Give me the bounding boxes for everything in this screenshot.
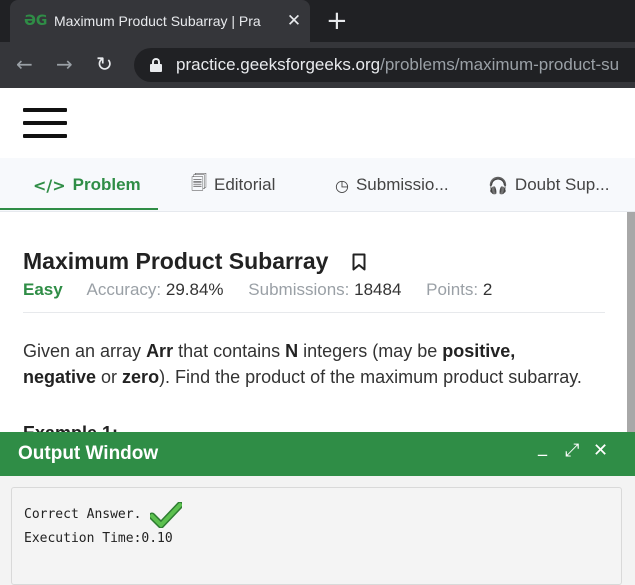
checkmark-icon [150, 502, 182, 528]
submissions-value: 18484 [354, 280, 402, 299]
headphones-icon: 🎧 [488, 175, 508, 195]
desc-text: Given an array [23, 341, 147, 361]
difficulty-badge: Easy [23, 280, 63, 299]
url-path: /problems/maximum-product-su [380, 55, 620, 74]
url-text: practice.geeksforgeeks.org/problems/maxi… [176, 55, 619, 75]
document-icon: 🗐 [191, 172, 207, 192]
output-window-title: Output Window [18, 443, 159, 464]
divider [23, 312, 605, 313]
bookmark-icon[interactable] [352, 253, 366, 271]
minimize-icon[interactable]: _ [538, 436, 547, 457]
close-icon[interactable]: ✕ [593, 440, 608, 461]
close-icon[interactable]: ✕ [284, 11, 304, 31]
tab-submissions[interactable]: ◷ Submissio... [335, 158, 449, 212]
accuracy-value: 29.84% [165, 280, 224, 299]
tab-problem[interactable]: </> Problem [33, 158, 141, 212]
desc-keyword: negative [23, 367, 97, 387]
desc-keyword: positive [442, 341, 511, 361]
tab-title: Maximum Product Subarray | Pra [54, 13, 261, 29]
gfg-logo-icon: ƏG [24, 13, 48, 29]
browser-tab[interactable]: ƏG Maximum Product Subarray | Pra ✕ [10, 0, 310, 42]
tab-label: Submissio... [355, 175, 449, 194]
points-label: Points: [426, 280, 479, 299]
problem-description: Given an array Arr that contains N integ… [23, 338, 593, 390]
desc-text: , [510, 341, 516, 361]
points-value: 2 [482, 280, 493, 299]
page-title: Maximum Product Subarray [23, 248, 329, 274]
forward-icon[interactable]: → [56, 52, 73, 76]
scrollbar[interactable] [627, 212, 635, 432]
tab-label: Doubt Sup... [514, 175, 610, 194]
reload-icon[interactable]: ↻ [96, 52, 113, 76]
expand-icon[interactable]: ⤢ [565, 440, 579, 461]
desc-text: or [96, 367, 123, 387]
desc-text: integers (may be [298, 341, 443, 361]
plus-icon[interactable]: + [326, 6, 348, 36]
tab-editorial[interactable]: 🗐 Editorial [191, 158, 275, 212]
tab-label: Problem [72, 175, 141, 194]
desc-text: ). Find the product of the maximum produ… [159, 367, 582, 387]
browser-toolbar: ← → ↻ practice.geeksforgeeks.org/problem… [0, 42, 635, 88]
result-text: Correct Answer. [24, 507, 142, 522]
clock-icon: ◷ [335, 175, 349, 195]
desc-text: that contains [173, 341, 286, 361]
site-header [0, 88, 635, 158]
url-domain: practice.geeksforgeeks.org [176, 55, 381, 74]
accuracy-label: Accuracy: [86, 280, 162, 299]
tab-label: Editorial [213, 175, 276, 194]
problem-panel: Maximum Product Subarray Easy Accuracy: … [0, 212, 627, 432]
output-window-header: Output Window _ ⤢ ✕ [0, 432, 635, 476]
desc-keyword: N [285, 341, 299, 361]
active-tab-indicator [0, 208, 158, 210]
browser-tabstrip: ƏG Maximum Product Subarray | Pra ✕ + [0, 0, 635, 42]
problem-tabs: </> Problem 🗐 Editorial ◷ Submissio... 🎧… [0, 158, 635, 212]
problem-meta: Easy Accuracy: 29.84% Submissions: 18484… [23, 280, 492, 300]
desc-keyword: Arr [146, 341, 174, 361]
lock-icon [150, 58, 162, 72]
output-window-body: Correct Answer. Execution Time:0.10 [0, 476, 635, 585]
desc-keyword: zero [122, 367, 160, 387]
submissions-label: Submissions: [248, 280, 350, 299]
example-heading: Example 1: [23, 422, 123, 432]
hamburger-icon[interactable] [23, 108, 67, 138]
address-bar[interactable]: practice.geeksforgeeks.org/problems/maxi… [134, 48, 635, 82]
code-icon: </> [33, 175, 66, 195]
back-icon[interactable]: ← [16, 52, 33, 76]
execution-time-text: Execution Time:0.10 [24, 531, 173, 546]
output-panel: Correct Answer. Execution Time:0.10 [11, 487, 622, 585]
tab-doubt-support[interactable]: 🎧 Doubt Sup... [488, 158, 609, 212]
